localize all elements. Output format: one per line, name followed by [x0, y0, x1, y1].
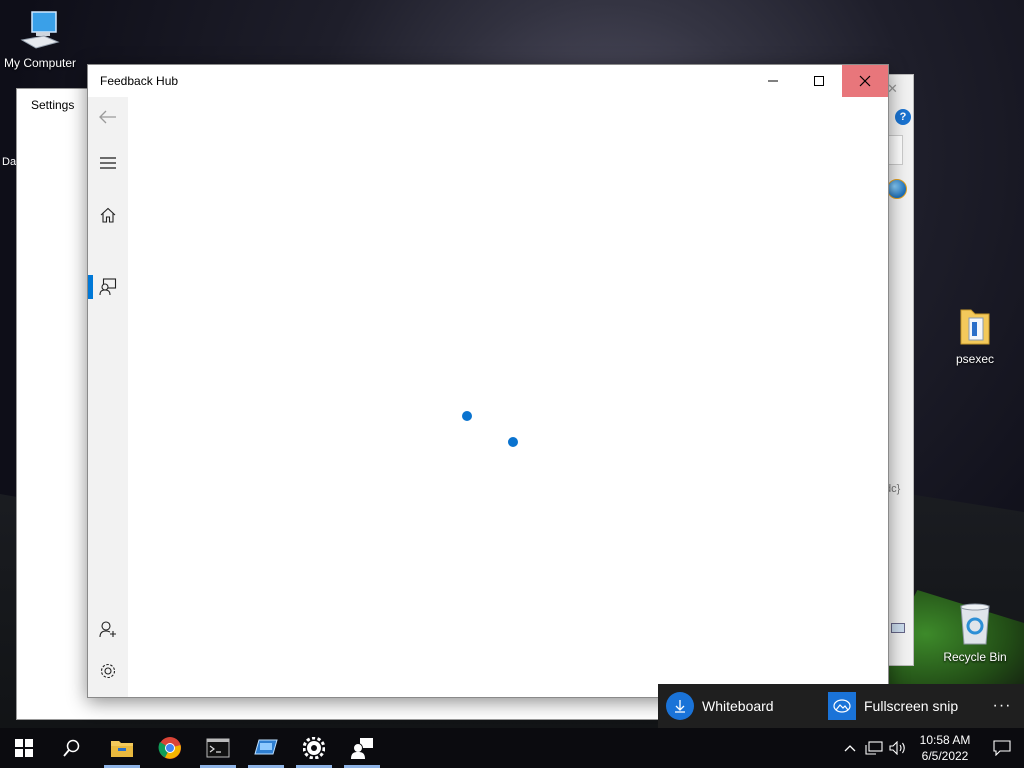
- back-arrow-icon: [99, 110, 116, 124]
- back-button[interactable]: [88, 97, 128, 137]
- volume-icon: [889, 741, 905, 755]
- show-hidden-icons-button[interactable]: [838, 728, 862, 768]
- nav-home[interactable]: [88, 195, 128, 235]
- help-icon[interactable]: ?: [895, 109, 911, 125]
- network-button[interactable]: [862, 728, 886, 768]
- nav-feedback[interactable]: [88, 267, 128, 307]
- start-button[interactable]: [0, 728, 48, 768]
- desktop-icon-label: My Computer: [3, 56, 77, 70]
- search-button[interactable]: [48, 728, 96, 768]
- command-prompt-icon: [206, 738, 230, 758]
- settings-gear-icon: [100, 663, 116, 679]
- feedback-hub-window[interactable]: Feedback Hub: [87, 64, 889, 698]
- windows-logo-icon: [15, 739, 33, 757]
- loading-spinner-dot: [508, 437, 518, 447]
- image-icon[interactable]: [891, 623, 905, 633]
- desktop-icon-psexec[interactable]: psexec: [935, 306, 1015, 366]
- loading-spinner-dot: [462, 411, 472, 421]
- taskbar-feedback-hub[interactable]: [338, 728, 386, 768]
- taskbar-file-explorer[interactable]: [98, 728, 146, 768]
- nav-add-account[interactable]: [88, 609, 128, 649]
- navigation-pane: [88, 97, 128, 697]
- remote-desktop-icon: [254, 739, 278, 755]
- recycle-bin-icon: [960, 603, 990, 645]
- fullscreen-snip-button[interactable]: Fullscreen snip: [820, 684, 966, 728]
- maximize-button[interactable]: [796, 65, 842, 97]
- close-button[interactable]: [842, 65, 888, 97]
- whiteboard-button[interactable]: Whiteboard: [658, 684, 820, 728]
- computer-icon: [20, 11, 60, 49]
- chrome-icon: [158, 737, 181, 759]
- home-icon: [100, 207, 116, 223]
- taskbar-chrome[interactable]: [146, 728, 194, 768]
- chevron-up-icon: [844, 745, 856, 752]
- settings-window-title: Settings: [31, 98, 75, 112]
- feedback-icon: [99, 278, 117, 296]
- more-options-button[interactable]: ···: [980, 697, 1024, 715]
- fullscreen-snip-label: Fullscreen snip: [864, 698, 959, 714]
- clock-date: 6/5/2022: [921, 749, 969, 763]
- settings-gear-icon: [303, 737, 325, 759]
- desktop-fragment-text: Da: [2, 156, 17, 168]
- content-area: [128, 97, 888, 697]
- desktop-icon-my-computer[interactable]: My Computer: [0, 10, 80, 70]
- clock[interactable]: 10:58 AM 6/5/2022: [910, 732, 980, 764]
- feedback-hub-icon: [351, 738, 373, 759]
- hamburger-menu-icon: [100, 157, 116, 169]
- volume-button[interactable]: [886, 728, 910, 768]
- close-icon: [859, 75, 871, 87]
- folder-icon: [960, 309, 990, 345]
- taskbar-remote-desktop[interactable]: [242, 728, 290, 768]
- search-icon: [63, 739, 80, 757]
- window-title: Feedback Hub: [100, 74, 179, 88]
- snip-icon: [828, 692, 856, 720]
- desktop-icon-recycle-bin[interactable]: Recycle Bin: [935, 602, 1015, 664]
- desktop-icon-label: psexec: [955, 352, 995, 366]
- taskbar-settings[interactable]: [290, 728, 338, 768]
- add-user-icon: [99, 621, 116, 638]
- globe-icon: [887, 179, 907, 199]
- taskbar: 10:58 AM 6/5/2022: [0, 728, 1024, 768]
- download-icon: [666, 692, 694, 720]
- action-center-button[interactable]: [980, 728, 1024, 768]
- taskbar-command-prompt[interactable]: [194, 728, 242, 768]
- file-explorer-icon: [111, 741, 133, 757]
- minimize-button[interactable]: [750, 65, 796, 97]
- maximize-icon: [814, 76, 824, 86]
- system-tray: 10:58 AM 6/5/2022: [838, 728, 1024, 768]
- title-bar[interactable]: Feedback Hub: [88, 65, 888, 97]
- clock-time: 10:58 AM: [919, 733, 971, 747]
- snip-toolbar: Whiteboard Fullscreen snip ···: [658, 684, 1024, 728]
- whiteboard-label: Whiteboard: [702, 698, 774, 714]
- desktop-icon-label: Recycle Bin: [943, 650, 1007, 664]
- hamburger-menu-button[interactable]: [88, 143, 128, 183]
- nav-settings[interactable]: [88, 651, 128, 691]
- minimize-icon: [768, 80, 778, 82]
- notification-icon: [993, 740, 1011, 756]
- network-icon: [865, 741, 883, 755]
